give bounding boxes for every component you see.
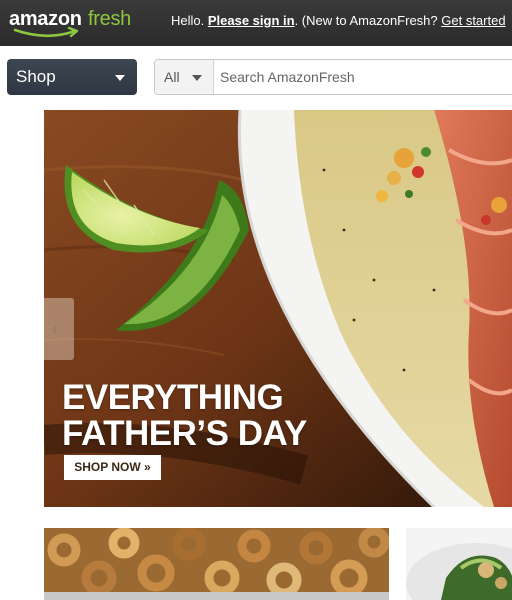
hero-headline-line1: EVERYTHING [62, 378, 284, 417]
shop-now-button[interactable]: SHOP NOW » [64, 455, 161, 480]
greeting-text: Hello. Please sign in. (New to AmazonFre… [171, 13, 506, 28]
greeting-hello: Hello. [171, 13, 208, 28]
search-category-label: All [164, 69, 180, 85]
hero-headline-line2: FATHER’S DAY [62, 414, 307, 453]
logo-fresh-text: fresh [88, 8, 131, 30]
promo-tile-bagels[interactable] [44, 528, 389, 600]
carousel-prev-button[interactable]: ‹ [44, 298, 74, 360]
caret-down-icon [115, 75, 125, 81]
caret-down-icon [192, 75, 202, 81]
top-bar: amazon fresh Hello. Please sign in. (New… [0, 0, 512, 46]
promo-tile-salad[interactable] [406, 528, 512, 600]
get-started-link[interactable]: Get started [441, 13, 505, 28]
nav-bar: Shop All [0, 46, 512, 108]
amazonfresh-logo[interactable]: amazon fresh [9, 8, 145, 38]
sign-in-link[interactable]: Please sign in [208, 13, 295, 28]
salad-image [406, 528, 512, 600]
shop-label: Shop [16, 67, 56, 86]
shop-dropdown-button[interactable]: Shop [7, 59, 137, 95]
hero-banner[interactable]: ‹ EVERYTHING FATHER’S DAY SHOP NOW » [44, 110, 512, 507]
greeting-new: (New to AmazonFresh? [298, 13, 442, 28]
search-input[interactable] [214, 60, 512, 94]
chevron-left-icon: ‹ [52, 319, 58, 339]
hero-headline: EVERYTHING FATHER’S DAY [62, 380, 307, 452]
bagel-chips-image [44, 528, 389, 600]
search-box: All [154, 59, 512, 95]
amazon-smile-icon [13, 26, 79, 38]
search-category-select[interactable]: All [155, 60, 214, 94]
